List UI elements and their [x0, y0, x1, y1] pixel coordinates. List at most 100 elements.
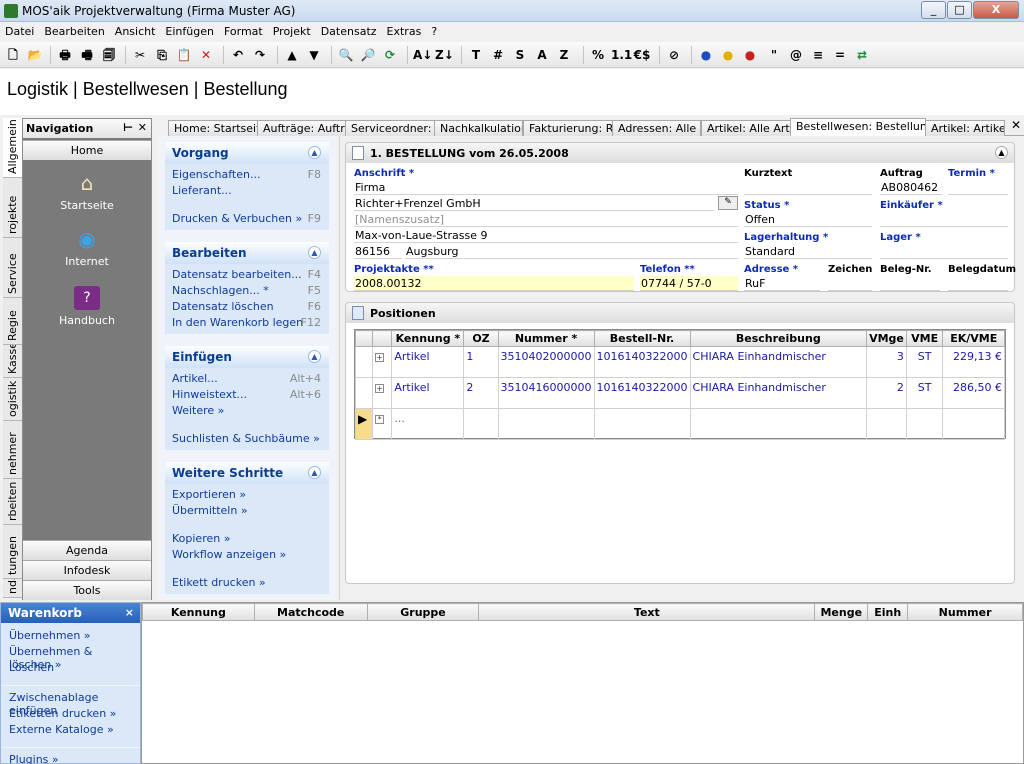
paste-icon[interactable]: 📋 [175, 46, 193, 64]
task-lieferant[interactable]: Lieferant... [165, 183, 329, 199]
sync-icon[interactable]: ⇄ [853, 46, 871, 64]
warenkorb-löschen[interactable]: Löschen [1, 660, 140, 676]
tab-serviceordner-2[interactable]: Serviceordner: 2 [345, 120, 435, 136]
nav-tools-button[interactable]: Tools [23, 580, 151, 600]
empty-cell[interactable] [689, 408, 868, 440]
menu-format[interactable]: Format [219, 22, 268, 38]
empty-cell[interactable] [942, 408, 1005, 440]
basket-column-einh[interactable]: Einh [867, 603, 909, 621]
toolbar-s-button[interactable]: S [511, 46, 529, 64]
cell-beschreibung[interactable]: CHIARA Einhandmischer [689, 377, 868, 409]
new-row-placeholder[interactable]: ... [391, 408, 465, 440]
warenkorb-close-icon[interactable]: × [125, 606, 134, 619]
termin-field[interactable] [948, 180, 1008, 195]
column-header-oz[interactable]: OZ [463, 330, 499, 347]
minimize-button[interactable]: _ [921, 1, 946, 19]
nav-home-button[interactable]: Home [23, 140, 151, 160]
undo-icon[interactable]: ↶ [229, 46, 247, 64]
vtab-leistungen[interactable]: tungen [3, 525, 22, 579]
adresse-field[interactable]: RuF [744, 276, 820, 291]
cell-beschreibung[interactable]: CHIARA Einhandmischer [689, 346, 868, 378]
table-row[interactable]: + Artikel 1 3510402000000 1016140322000 CHIAR… [354, 346, 1005, 378]
delete-icon[interactable]: ✕ [197, 46, 215, 64]
anschrift-line-1[interactable]: Firma [354, 180, 738, 195]
copy-icon[interactable]: ⎘ [153, 46, 171, 64]
task-etikett-drucken[interactable]: Etikett drucken » [165, 575, 329, 591]
auftrag-field[interactable]: AB080462 [880, 180, 942, 195]
vtab-projekte[interactable]: rojekte [3, 178, 22, 238]
navigation-close-icon[interactable]: ✕ [138, 121, 147, 134]
open-icon[interactable]: 📂 [26, 46, 44, 64]
tab-adressen-alle-a[interactable]: Adressen: Alle A [612, 120, 701, 136]
tab-home-startseite[interactable]: Home: Startseite [168, 120, 258, 136]
toolbar-item-button[interactable]: €$ [633, 46, 651, 64]
menu-projekt[interactable]: Projekt [268, 22, 316, 38]
tab-bestellwesen-bestellung[interactable]: Bestellwesen: Bestellung [790, 118, 926, 137]
menu-datei[interactable]: Datei [0, 22, 39, 38]
nav-agenda-button[interactable]: Agenda [23, 540, 151, 560]
collapse-chevron-icon[interactable]: ▲ [308, 146, 321, 159]
vtab-service[interactable]: Service [3, 238, 22, 298]
empty-cell[interactable] [497, 408, 595, 440]
tab-fakturierung-re[interactable]: Fakturierung: Re [523, 120, 613, 136]
cell-vme[interactable]: ST [905, 346, 944, 378]
empty-cell[interactable] [866, 408, 907, 440]
user-red-icon[interactable]: ● [741, 46, 759, 64]
lines-icon[interactable]: ≡ [809, 46, 827, 64]
task-exportieren[interactable]: Exportieren » [165, 487, 329, 503]
redo-icon[interactable]: ↷ [251, 46, 269, 64]
menu-einfuegen[interactable]: Einfügen [160, 22, 219, 38]
projektakte-field[interactable]: 2008.00132 [354, 276, 634, 291]
cell-vmge[interactable]: 2 [866, 377, 907, 409]
cell-oz[interactable]: 2 [463, 377, 499, 409]
task-nachschlagen[interactable]: Nachschlagen... * F5 [165, 283, 329, 299]
new-row[interactable]: ▶ *... [354, 408, 1005, 440]
collapse-chevron-icon[interactable]: ▲ [308, 466, 321, 479]
vtab-stammdaten[interactable]: ndaten [3, 579, 22, 598]
namenszusatz-field[interactable]: [Namenszusatz] [354, 212, 738, 227]
cut-icon[interactable]: ✂ [131, 46, 149, 64]
column-header-nummer[interactable]: Nummer * [497, 330, 595, 347]
new-row-icon[interactable]: * [375, 415, 385, 424]
find-icon[interactable]: 🔍 [337, 46, 355, 64]
belegdatum-field[interactable] [948, 276, 1008, 291]
nav-startseite[interactable]: ⌂ Startseite [23, 171, 151, 212]
nav-handbuch[interactable]: ? Handbuch [23, 286, 151, 327]
task-datensatz-bearbeiten[interactable]: Datensatz bearbeiten... F4 [165, 267, 329, 283]
cell-kennung[interactable]: Artikel [391, 346, 465, 378]
basket-column-gruppe[interactable]: Gruppe [366, 603, 480, 621]
task-eigenschaften[interactable]: Eigenschaften... F8 [165, 167, 329, 183]
toolbar-t-button[interactable]: T [467, 46, 485, 64]
task-übermitteln[interactable]: Übermitteln » [165, 503, 329, 519]
vtab-logistik[interactable]: ogistik [3, 378, 22, 421]
telefon-field[interactable]: 07744 / 57-0 [640, 276, 738, 291]
toolbar-item-button[interactable]: # [489, 46, 507, 64]
basket-column-menge[interactable]: Menge [814, 603, 869, 621]
tab-nachkalkulation[interactable]: Nachkalkulation [434, 120, 523, 136]
down-icon[interactable]: ▼ [305, 46, 323, 64]
tab-artikel-artikel[interactable]: Artikel: Artikel [925, 120, 1005, 136]
basket-column-nummer[interactable]: Nummer [907, 603, 1023, 621]
collapse-chevron-icon[interactable]: ▲ [308, 350, 321, 363]
anschrift-line-2[interactable]: Richter+Frenzel GmbH [354, 196, 714, 211]
column-header-kennung[interactable]: Kennung * [391, 330, 465, 347]
paste-doc-icon[interactable]: 🗐 [100, 46, 118, 64]
find-replace-icon[interactable]: 🔎 [359, 46, 377, 64]
warenkorb-plugins[interactable]: Plugins » [1, 752, 140, 764]
basket-column-kennung[interactable]: Kennung [142, 603, 255, 621]
task-suchlisten-suchbäume[interactable]: Suchlisten & Suchbäume » [165, 431, 329, 447]
column-header-beschreibung[interactable]: Beschreibung [689, 330, 868, 347]
refresh-icon[interactable]: ⟳ [381, 46, 399, 64]
user-blue-icon[interactable]: ● [697, 46, 715, 64]
toolbar-item-button[interactable]: " [765, 46, 783, 64]
task-artikel[interactable]: Artikel... Alt+4 [165, 371, 329, 387]
empty-cell[interactable] [593, 408, 691, 440]
collapse-chevron-icon[interactable]: ▲ [308, 246, 321, 259]
task-datensatz-löschen[interactable]: Datensatz löschen F6 [165, 299, 329, 315]
nav-infodesk-button[interactable]: Infodesk [23, 560, 151, 580]
toolbar-item-button[interactable]: = [831, 46, 849, 64]
vtab-unternehmer[interactable]: nehmer [3, 421, 22, 479]
status-field[interactable]: Offen [744, 212, 872, 227]
cell-oz[interactable]: 1 [463, 346, 499, 378]
menu-datensatz[interactable]: Datensatz [316, 22, 382, 38]
